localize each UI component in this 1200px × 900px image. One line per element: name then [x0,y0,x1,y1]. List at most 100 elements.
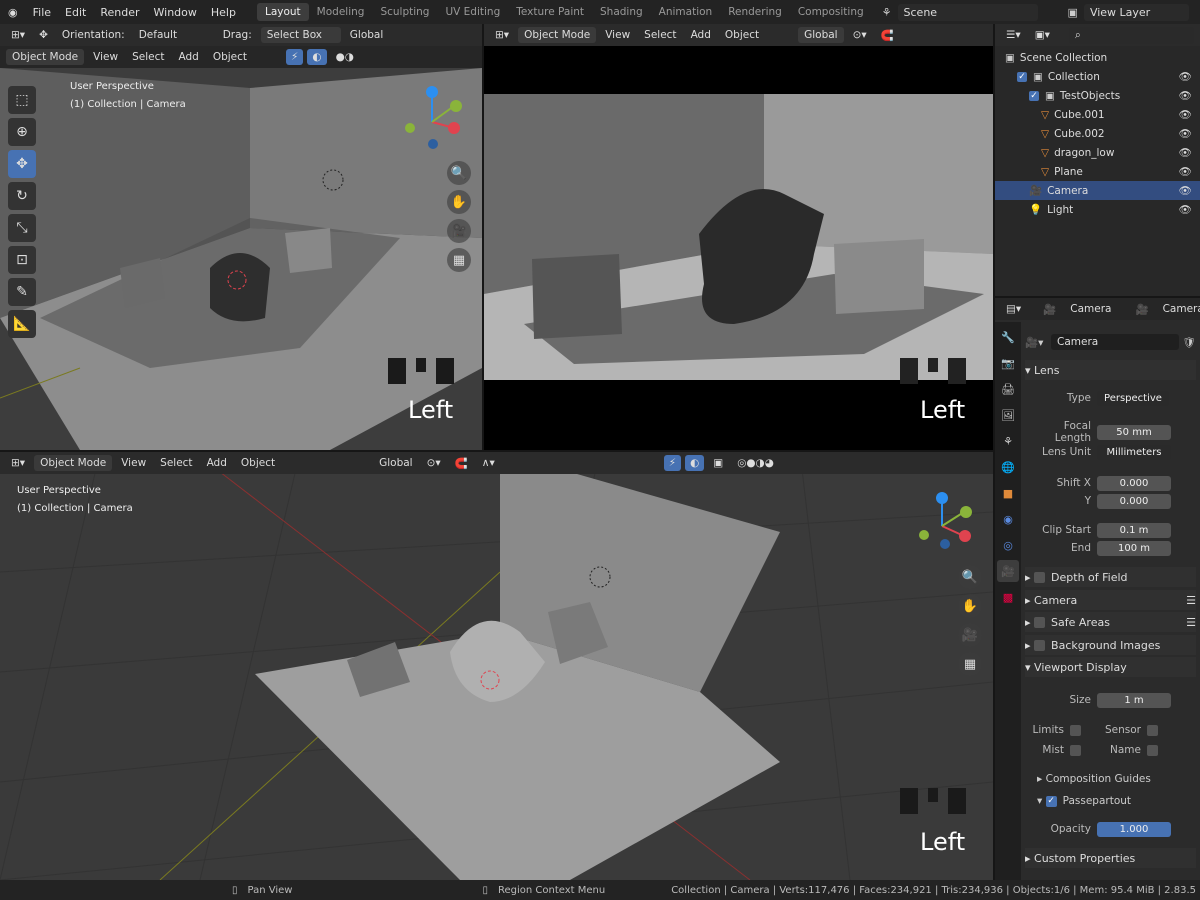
menu-window[interactable]: Window [147,6,204,19]
list-icon[interactable]: ☰ [1186,594,1196,607]
fake-user-icon[interactable]: 🛡 [1183,336,1196,349]
focal-length-field[interactable]: 50 mm [1097,424,1171,440]
scale-tool-icon[interactable]: ⤡ [8,214,36,242]
visibility-eye-icon[interactable]: 👁 [1179,203,1192,216]
tab-modeling[interactable]: Modeling [309,3,373,21]
menu-add[interactable]: Add [202,455,232,471]
tab-rendering[interactable]: Rendering [720,3,790,21]
menu-add[interactable]: Add [173,49,203,65]
tab-animation[interactable]: Animation [651,3,721,21]
tab-texture-paint[interactable]: Texture Paint [508,3,592,21]
zoom-icon[interactable]: 🔍 [447,161,471,185]
object-tab-icon[interactable]: ■ [997,482,1019,504]
overlay-toggle-icon[interactable]: ◐ [685,455,705,471]
scene-selector[interactable]: Scene [897,3,1038,21]
limits-checkbox[interactable] [1070,724,1081,736]
editor-type-icon[interactable]: ☰▾ [1001,27,1026,43]
menu-object[interactable]: Object [236,455,280,471]
tab-layout[interactable]: Layout [256,3,309,21]
visibility-eye-icon[interactable]: 👁 [1179,108,1192,121]
move-tool-icon[interactable]: ✥ [8,150,36,178]
output-tab-icon[interactable]: 🖨 [997,378,1019,400]
shift-x-field[interactable]: 0.000 [1097,475,1171,491]
visibility-eye-icon[interactable]: 👁 [1179,70,1192,83]
scene-tab-icon[interactable]: ⚘ [997,430,1019,452]
pivot-icon[interactable]: ⊙▾ [422,455,446,471]
menu-select[interactable]: Select [127,49,169,65]
menu-view[interactable]: View [600,27,635,43]
passepartout-subpanel[interactable]: ▾ ✓ Passepartout [1025,791,1196,811]
world-tab-icon[interactable]: 🌐 [997,456,1019,478]
mist-checkbox[interactable] [1070,744,1081,756]
gizmo-toggle-icon[interactable]: ⚡ [286,49,304,65]
view-layer-icon[interactable]: ▣ [1068,6,1078,19]
size-field[interactable]: 1 m [1097,692,1171,708]
dof-panel-header[interactable]: ▸ Depth of Field [1025,567,1196,587]
safe-areas-panel-header[interactable]: ▸ Safe Areas ☰ [1025,612,1196,632]
view-layer-selector[interactable]: View Layer [1083,3,1189,21]
pivot-icon[interactable]: ⊙▾ [848,27,872,43]
gizmo-toggle-icon[interactable]: ⚡ [663,455,682,471]
outliner-item[interactable]: ✓ ▣ Collection 👁 [995,67,1200,86]
exclude-checkbox[interactable]: ✓ [1017,71,1027,82]
menu-select[interactable]: Select [639,27,681,43]
transform-orientation[interactable]: Global [374,455,418,471]
transform-orientation[interactable]: Global [798,27,844,43]
menu-add[interactable]: Add [686,27,716,43]
lens-unit-dropdown[interactable]: Millimeters [1097,444,1171,460]
custom-properties-panel-header[interactable]: ▸ Custom Properties [1025,848,1196,868]
mode-dropdown[interactable]: Object Mode [6,49,85,65]
viewport-top-left[interactable]: ⊞▾ ✥ Orientation: Default Drag: Select B… [0,24,482,450]
snap-icon[interactable]: 🧲 [450,455,473,472]
outliner-item[interactable]: 🎥 Camera 👁 [995,181,1200,200]
menu-object[interactable]: Object [208,49,252,65]
navigation-gizmo[interactable] [912,488,972,558]
cursor-tool-icon[interactable]: ⊕ [8,118,36,146]
tab-sculpting[interactable]: Sculpting [372,3,437,21]
type-dropdown[interactable]: Perspective [1097,390,1169,406]
outliner-item[interactable]: ▽ Plane 👁 [995,162,1200,181]
constraints-tab-icon[interactable]: ◉ [997,508,1019,530]
list-icon[interactable]: ☰ [1186,616,1196,629]
drag-dropdown[interactable]: Select Box [260,27,341,43]
visibility-eye-icon[interactable]: 👁 [1179,146,1192,159]
tab-shading[interactable]: Shading [592,3,651,21]
outliner-item[interactable]: ▽ Cube.001 👁 [995,105,1200,124]
tool-tab-icon[interactable]: 🔧 [997,326,1019,348]
orientation-dropdown[interactable]: Default [134,27,214,43]
grid-ortho-icon[interactable]: ▦ [447,248,471,272]
shading-solid-icon[interactable]: ●◑ [331,49,359,65]
composition-guides-subpanel[interactable]: ▸ Composition Guides [1025,769,1196,789]
outliner-search[interactable]: ⌕ [1068,26,1194,44]
editor-type-icon[interactable]: ⊞▾ [490,27,514,43]
pan-hand-icon[interactable]: ✋ [958,594,982,618]
dof-checkbox[interactable] [1034,571,1046,583]
visibility-eye-icon[interactable]: 👁 [1179,89,1192,102]
editor-type-icon[interactable]: ⊞▾ [6,455,30,471]
zoom-icon[interactable]: 🔍 [958,565,982,589]
blender-logo-icon[interactable]: ◉ [0,6,26,19]
pan-hand-icon[interactable]: ✋ [447,190,471,214]
menu-select[interactable]: Select [155,455,197,471]
measure-tool-icon[interactable]: 📐 [8,310,36,338]
menu-view[interactable]: View [88,49,123,65]
view-layer-tab-icon[interactable]: 🖼 [997,404,1019,426]
select-box-tool-icon[interactable]: ⬚ [8,86,36,114]
camera-view-icon[interactable]: 🎥 [958,623,982,647]
editor-type-icon[interactable]: ▤▾ [1001,301,1026,317]
camera-panel-header[interactable]: ▸ Camera ☰ [1025,590,1196,610]
tab-uv-editing[interactable]: UV Editing [437,3,508,21]
grid-ortho-icon[interactable]: ▦ [958,652,982,676]
name-checkbox[interactable] [1147,744,1158,756]
outliner-item[interactable]: ▽ Cube.002 👁 [995,124,1200,143]
texture-tab-icon[interactable]: ▩ [997,586,1019,608]
menu-view[interactable]: View [116,455,151,471]
menu-render[interactable]: Render [93,6,146,19]
exclude-checkbox[interactable]: ✓ [1029,90,1039,101]
lens-panel-header[interactable]: ▾ Lens [1025,360,1196,380]
menu-help[interactable]: Help [204,6,243,19]
outliner-item[interactable]: ✓ ▣ TestObjects 👁 [995,86,1200,105]
mode-dropdown[interactable]: Object Mode [518,27,597,43]
transform-orientation[interactable]: Global [345,27,389,43]
opacity-slider[interactable]: 1.000 [1097,821,1171,837]
